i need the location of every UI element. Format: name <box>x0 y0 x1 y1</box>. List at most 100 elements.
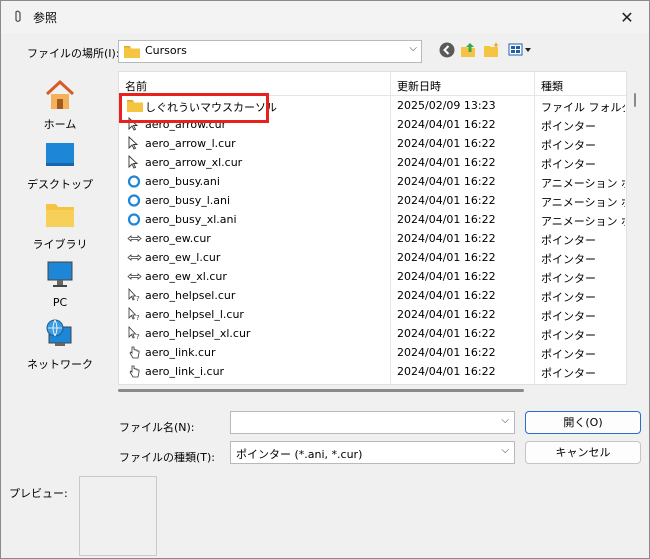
file-row[interactable]: aero_arrow_l.cur 2024/04/01 16:22 ポインター <box>119 134 626 153</box>
file-type: ポインター <box>541 139 596 152</box>
lookin-label: ファイルの場所(I): <box>27 47 120 60</box>
column-header-name[interactable]: 名前 <box>125 78 147 94</box>
file-name: aero_link_i.cur <box>145 365 225 378</box>
file-type: ポインター <box>541 120 596 133</box>
file-type: ポインター <box>541 329 596 342</box>
file-row[interactable]: aero_ew_l.cur 2024/04/01 16:22 ポインター <box>119 248 626 267</box>
view-menu-button[interactable] <box>508 41 534 59</box>
filename-input[interactable]: ⌵ <box>230 411 515 434</box>
busy-cursor-icon <box>127 212 143 227</box>
svg-text:?: ? <box>136 295 140 303</box>
file-date: 2024/04/01 16:22 <box>397 194 496 207</box>
filetype-value: ポインター (*.ani, *.cur) <box>236 448 363 461</box>
file-date: 2024/04/01 16:22 <box>397 346 496 359</box>
place-libraries[interactable]: ライブラリ <box>13 199 107 252</box>
close-icon: ✕ <box>620 7 634 27</box>
window-title: 参照 <box>33 11 58 25</box>
file-date: 2024/04/01 16:22 <box>397 270 496 283</box>
resize-ew-cursor-icon <box>127 269 143 284</box>
folder-icon <box>124 46 140 58</box>
file-name: aero_busy.ani <box>145 175 220 188</box>
file-row[interactable]: ? aero_helpsel_xl.cur 2024/04/01 16:22 ポインタ… <box>119 324 626 343</box>
place-network[interactable]: ネットワーク <box>13 319 107 372</box>
file-date: 2024/04/01 16:22 <box>397 232 496 245</box>
sort-ascending-icon: ⌃ <box>250 71 259 79</box>
file-type: ポインター <box>541 234 596 247</box>
place-label: デスクトップ <box>27 178 93 191</box>
filename-label: ファイル名(N): <box>119 421 195 434</box>
file-date: 2024/04/01 16:22 <box>397 137 496 150</box>
file-type: アニメーション ポインター <box>541 215 625 228</box>
library-folder-icon <box>46 204 74 227</box>
arrow-cursor-icon <box>127 154 143 170</box>
lookin-value: Cursors <box>145 44 187 57</box>
file-name: aero_ew_l.cur <box>145 251 221 264</box>
file-type: アニメーション ポインター <box>541 196 625 209</box>
network-globe-icon <box>46 319 72 346</box>
chevron-down-icon: ⌵ <box>409 43 417 54</box>
file-date: 2024/04/01 16:22 <box>397 156 496 169</box>
place-home[interactable]: ホーム <box>13 79 107 132</box>
open-button[interactable]: 開く(O) <box>525 411 641 434</box>
busy-cursor-icon <box>127 174 143 189</box>
horizontal-scrollbar[interactable] <box>118 385 625 393</box>
place-desktop[interactable]: デスクトップ <box>13 139 107 192</box>
file-type: ポインター <box>541 291 596 304</box>
file-type: ポインター <box>541 253 596 266</box>
column-header-type[interactable]: 種類 <box>541 78 563 94</box>
busy-cursor-icon <box>127 193 143 208</box>
file-row[interactable]: aero_arrow_xl.cur 2024/04/01 16:22 ポインター <box>119 153 626 172</box>
file-name: aero_busy_l.ani <box>145 194 231 207</box>
hand-cursor-icon <box>127 345 143 360</box>
home-icon <box>45 79 75 109</box>
file-date: 2024/04/01 16:22 <box>397 251 496 264</box>
file-row[interactable]: aero_busy_l.ani 2024/04/01 16:22 アニメーション ポ… <box>119 191 626 210</box>
column-header-date[interactable]: 更新日時 <box>397 78 441 94</box>
file-date: 2024/04/01 16:22 <box>397 213 496 226</box>
file-row[interactable]: aero_ew.cur 2024/04/01 16:22 ポインター <box>119 229 626 248</box>
file-row[interactable]: aero_busy_xl.ani 2024/04/01 16:22 アニメーション … <box>119 210 626 229</box>
file-date: 2024/04/01 16:22 <box>397 365 496 378</box>
file-type: ポインター <box>541 310 596 323</box>
file-date: 2025/02/09 13:23 <box>397 99 496 112</box>
new-folder-button[interactable] <box>483 41 501 59</box>
hand-cursor-icon <box>127 364 143 379</box>
open-dialog: 参照 ✕ ファイルの場所(I): Cursors ⌵ ホーム デスクトップ ライ… <box>0 0 650 559</box>
file-name: aero_busy_xl.ani <box>145 213 237 226</box>
place-label: ライブラリ <box>32 238 88 251</box>
file-date: 2024/04/01 16:22 <box>397 175 496 188</box>
file-name: aero_ew_xl.cur <box>145 270 227 283</box>
file-row[interactable]: aero_ew_xl.cur 2024/04/01 16:22 ポインター <box>119 267 626 286</box>
file-date: 2024/04/01 16:22 <box>397 308 496 321</box>
file-type: ポインター <box>541 367 596 380</box>
cancel-button[interactable]: キャンセル <box>525 441 641 464</box>
file-row[interactable]: aero_busy.ani 2024/04/01 16:22 アニメーション ポイン… <box>119 172 626 191</box>
file-name: aero_arrow_xl.cur <box>145 156 243 169</box>
vertical-scrollbar[interactable] <box>633 93 637 107</box>
filetype-select[interactable]: ポインター (*.ani, *.cur) ⌵ <box>230 441 515 464</box>
file-row[interactable]: ? aero_helpsel_l.cur 2024/04/01 16:22 ポインター <box>119 305 626 324</box>
preview-pane <box>79 476 157 556</box>
back-button[interactable] <box>438 41 456 59</box>
places-bar: ホーム デスクトップ ライブラリ PC ネットワーク <box>13 71 107 381</box>
file-type: ファイル フォルダー <box>541 101 625 114</box>
file-row[interactable]: aero_link_i.cur 2024/04/01 16:22 ポインター <box>119 362 626 381</box>
scroll-thumb[interactable] <box>118 389 524 392</box>
file-row[interactable]: ? aero_helpsel.cur 2024/04/01 16:22 ポインター <box>119 286 626 305</box>
chevron-down-icon: ⌵ <box>501 445 509 456</box>
place-pc[interactable]: PC <box>13 259 107 309</box>
file-row[interactable]: aero_link.cur 2024/04/01 16:22 ポインター <box>119 343 626 362</box>
paperclip-icon <box>15 10 21 23</box>
file-name: aero_helpsel_xl.cur <box>145 327 251 340</box>
place-label: ネットワーク <box>27 358 93 371</box>
file-name: aero_ew.cur <box>145 232 211 245</box>
desktop-icon <box>46 143 74 166</box>
lookin-combo[interactable]: Cursors ⌵ <box>118 40 422 63</box>
up-folder-button[interactable] <box>460 41 478 59</box>
close-button[interactable]: ✕ <box>605 1 649 33</box>
chevron-down-icon[interactable]: ⌵ <box>501 415 509 426</box>
title-bar: 参照 ✕ <box>1 1 649 33</box>
file-name: aero_helpsel.cur <box>145 289 236 302</box>
file-name: aero_arrow_l.cur <box>145 137 236 150</box>
file-name: aero_link.cur <box>145 346 216 359</box>
